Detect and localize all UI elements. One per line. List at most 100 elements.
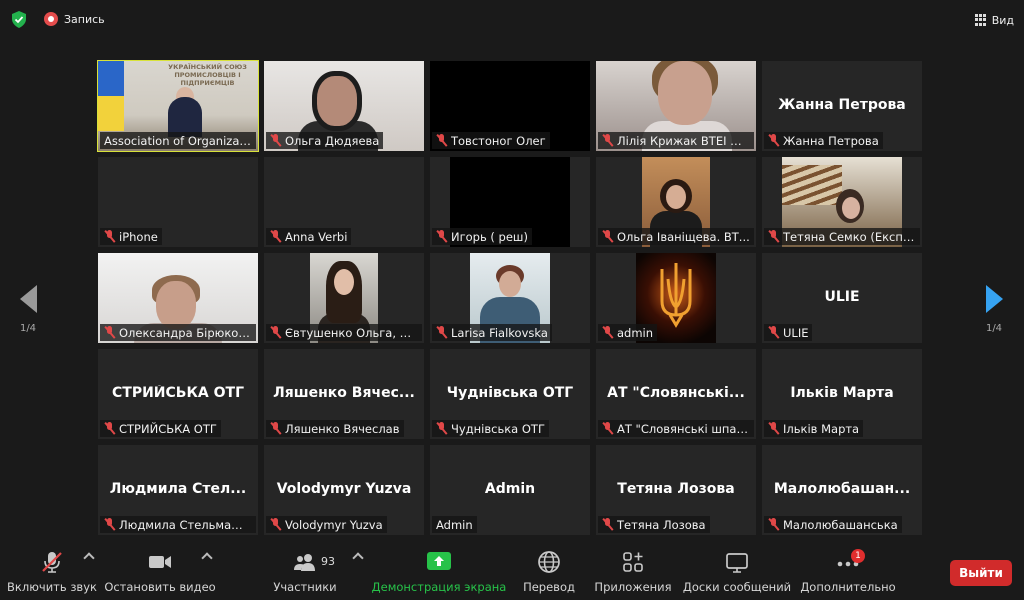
apps-button[interactable]: Приложения: [593, 540, 673, 600]
recording-indicator[interactable]: Запись: [44, 12, 105, 26]
unmute-label: Включить звук: [7, 580, 97, 594]
more-button[interactable]: Дополнительно: [800, 540, 896, 600]
participant-tile[interactable]: Ільків Марта Ільків Марта: [762, 349, 922, 439]
mic-muted-icon: [436, 134, 447, 147]
prev-page-button[interactable]: 1/4: [8, 285, 48, 334]
mic-muted-icon: [270, 134, 281, 147]
participant-name: Volodymyr Yuzva: [285, 517, 383, 532]
view-button[interactable]: Вид: [974, 10, 1014, 30]
participants-button[interactable]: Участники: [270, 540, 340, 600]
mic-muted-icon: [270, 326, 281, 339]
translate-label: Перевод: [523, 580, 575, 594]
participant-tile[interactable]: Товстоног Олег: [430, 61, 590, 151]
participant-display-name: Чуднівська ОТГ: [446, 385, 574, 401]
participant-tile[interactable]: Олександра Бірюкова: [98, 253, 258, 343]
participants-options-caret-icon[interactable]: [352, 552, 364, 564]
participant-display-name: Людмила Стел...: [109, 481, 247, 497]
participant-tile[interactable]: Людмила Стел... Людмила Стельмащук: [98, 445, 258, 535]
participant-tile[interactable]: Admin Admin: [430, 445, 590, 535]
share-screen-button[interactable]: Демонстрация экрана: [372, 540, 506, 600]
share-screen-icon: [427, 552, 451, 570]
participant-tile[interactable]: Жанна Петрова Жанна Петрова: [762, 61, 922, 151]
participant-tile[interactable]: УКРАЇНСЬКИЙ СОЮЗ ПРОМИСЛОВЦІВ І ПІДПРИЄМ…: [97, 60, 259, 152]
participant-tile[interactable]: АТ "Словянські... АТ "Словянські шпал...: [596, 349, 756, 439]
participant-tile[interactable]: Ольга Іваніщева. ВТ...: [596, 157, 756, 247]
page-indicator-right: 1/4: [985, 323, 1003, 334]
participant-tile[interactable]: Чуднівська ОТГ Чуднівська ОТГ: [430, 349, 590, 439]
unmute-button[interactable]: Включить звук: [7, 540, 97, 600]
translate-button[interactable]: Перевод: [518, 540, 580, 600]
nameplate: Євтушенко Ольга, Х...: [266, 324, 422, 341]
mic-muted-icon: [104, 518, 115, 531]
mic-muted-icon: [436, 326, 447, 339]
mic-muted-icon: [602, 230, 613, 243]
participant-name: ULIE: [783, 325, 809, 340]
participant-name: Игорь ( реш): [451, 229, 528, 244]
nameplate: Малолюбашанська: [764, 516, 902, 533]
mic-muted-icon: [104, 326, 115, 339]
participant-tile[interactable]: Larisa Fialkovska: [430, 253, 590, 343]
trident-emblem-icon: [660, 263, 692, 328]
participant-name: Олександра Бірюкова: [119, 325, 252, 340]
mic-muted-icon: [768, 326, 779, 339]
participants-label: Участники: [273, 580, 337, 594]
participant-name: Larisa Fialkovska: [451, 325, 548, 340]
mic-muted-icon: [270, 422, 281, 435]
whiteboards-label: Доски сообщений: [682, 580, 792, 594]
globe-icon: [538, 551, 560, 573]
participant-display-name: СТРИЙСЬКА ОТГ: [112, 385, 244, 401]
nameplate: Тетяна Семко (Експе...: [764, 228, 920, 245]
sign-text: УКРАЇНСЬКИЙ СОЮЗ ПРОМИСЛОВЦІВ І ПІДПРИЄМ…: [168, 63, 247, 87]
nameplate: Игорь ( реш): [432, 228, 532, 245]
nameplate: АТ "Словянські шпал...: [598, 420, 754, 437]
next-page-button[interactable]: 1/4: [974, 285, 1014, 334]
participant-tile[interactable]: iPhone: [98, 157, 258, 247]
participant-tile[interactable]: Євтушенко Ольга, Х...: [264, 253, 424, 343]
nameplate: Ольга Іваніщева. ВТ...: [598, 228, 754, 245]
participant-name: iPhone: [119, 229, 158, 244]
nameplate: Людмила Стельмащук: [100, 516, 256, 533]
participant-tile[interactable]: Ляшенко Вячес... Ляшенко Вячеслав: [264, 349, 424, 439]
participant-tile[interactable]: СТРИЙСЬКА ОТГ СТРИЙСЬКА ОТГ: [98, 349, 258, 439]
participants-count: 93: [321, 555, 335, 568]
participant-tile[interactable]: Малолюбашан... Малолюбашанська: [762, 445, 922, 535]
participant-name: АТ "Словянські шпал...: [617, 421, 750, 436]
participant-name: Ольга Дюдяева: [285, 133, 380, 148]
participant-name: Малолюбашанська: [783, 517, 898, 532]
participant-display-name: ULIE: [824, 289, 860, 305]
view-label: Вид: [991, 13, 1014, 27]
participant-tile[interactable]: Anna Verbi: [264, 157, 424, 247]
whiteboards-button[interactable]: Доски сообщений: [682, 540, 792, 600]
participant-tile[interactable]: Ольга Дюдяева: [264, 61, 424, 151]
participants-icon: [294, 554, 315, 571]
gallery-grid: УКРАЇНСЬКИЙ СОЮЗ ПРОМИСЛОВЦІВ І ПІДПРИЄМ…: [97, 60, 926, 539]
leave-button[interactable]: Выйти: [950, 560, 1012, 586]
mic-muted-icon: [436, 422, 447, 435]
participant-tile[interactable]: Игорь ( реш): [430, 157, 590, 247]
notification-badge: 1: [851, 549, 865, 563]
participant-name: Тетяна Лозова: [617, 517, 706, 532]
participant-tile[interactable]: Тетяна Семко (Експе...: [762, 157, 922, 247]
participant-name: Ільків Марта: [783, 421, 860, 436]
participant-name: Товстоног Олег: [451, 133, 546, 148]
participant-display-name: Малолюбашан...: [773, 481, 911, 497]
nameplate: Volodymyr Yuzva: [266, 516, 387, 533]
participant-tile[interactable]: ULIE ULIE: [762, 253, 922, 343]
nameplate: ULIE: [764, 324, 813, 341]
participant-tile[interactable]: Тетяна Лозова Тетяна Лозова: [596, 445, 756, 535]
participant-display-name: Ляшенко Вячес...: [273, 385, 415, 401]
nameplate: Anna Verbi: [266, 228, 352, 245]
participant-name: Лілія Крижак ВТЕІ ДТ...: [617, 133, 750, 148]
participant-tile[interactable]: Volodymyr Yuzva Volodymyr Yuzva: [264, 445, 424, 535]
nameplate: Ільків Марта: [764, 420, 864, 437]
participant-display-name: Admin: [484, 481, 536, 497]
participant-name: Жанна Петрова: [783, 133, 879, 148]
participant-tile[interactable]: admin: [596, 253, 756, 343]
shield-icon[interactable]: [11, 11, 27, 28]
nameplate: iPhone: [100, 228, 162, 245]
participant-tile[interactable]: Лілія Крижак ВТЕІ ДТ...: [596, 61, 756, 151]
nameplate: Admin: [432, 516, 477, 533]
video-camera-icon: [149, 556, 171, 568]
nameplate: СТРИЙСЬКА ОТГ: [100, 420, 221, 437]
stop-video-button[interactable]: Остановить видео: [104, 540, 216, 600]
